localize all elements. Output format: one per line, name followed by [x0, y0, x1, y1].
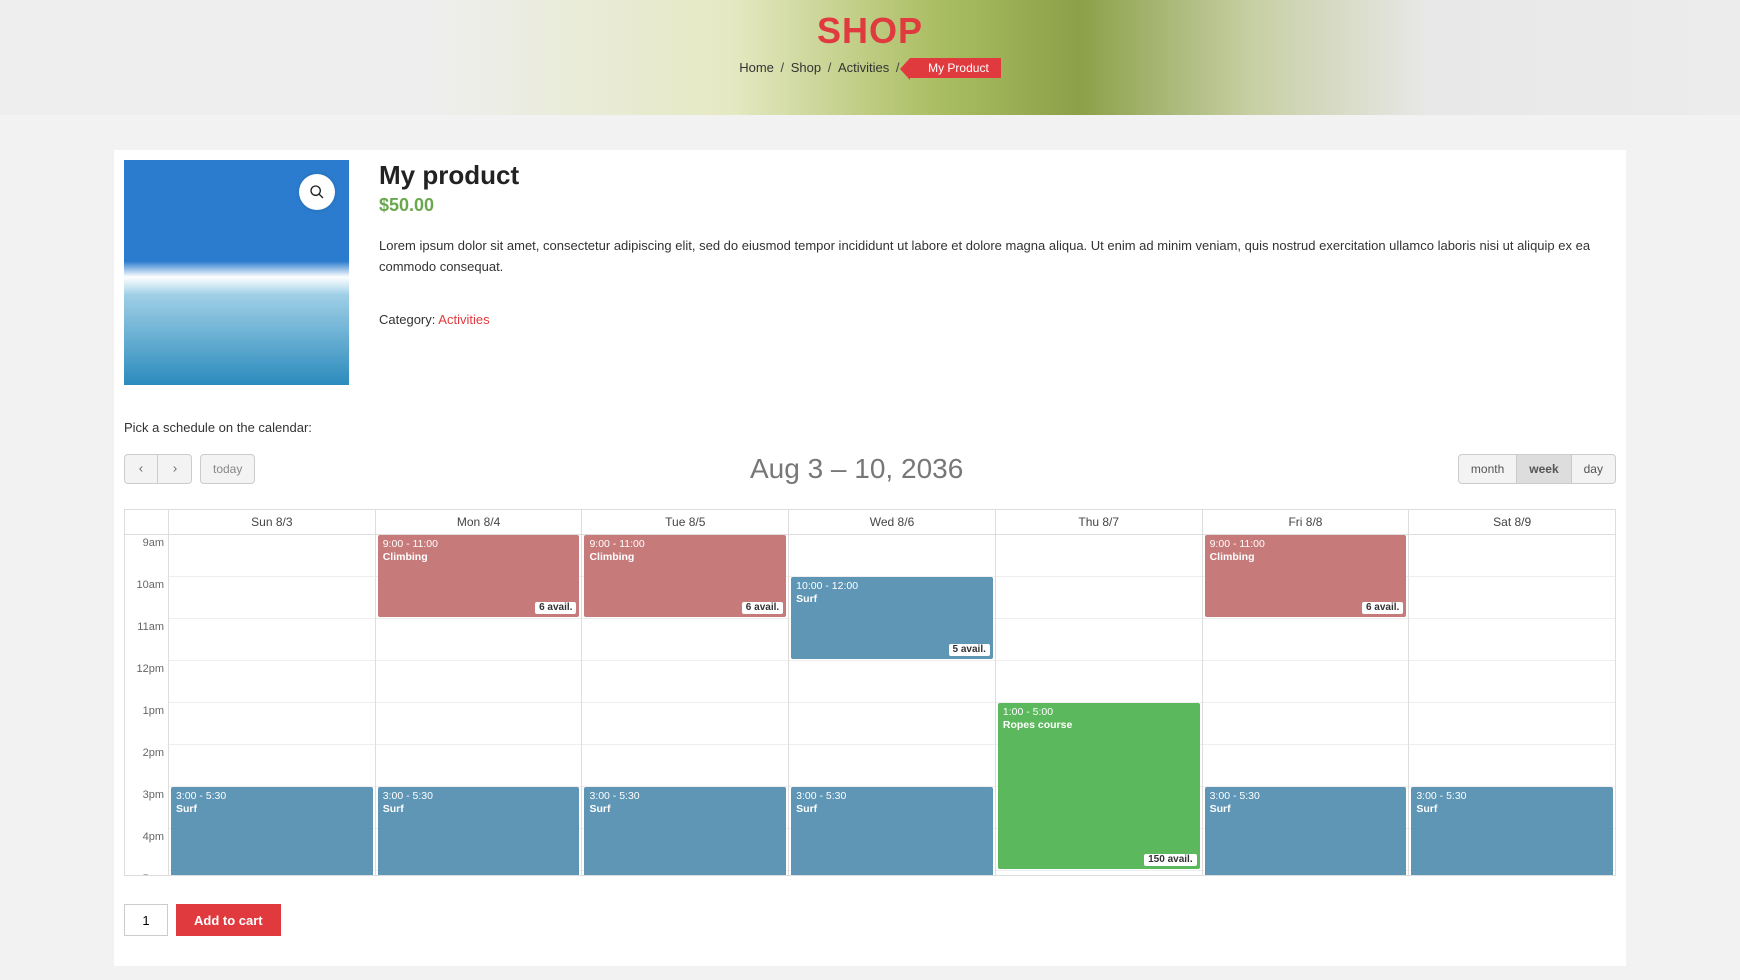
schedule-label: Pick a schedule on the calendar: — [124, 420, 1616, 435]
breadcrumb-home[interactable]: Home — [739, 60, 774, 75]
add-to-cart-button[interactable]: Add to cart — [176, 904, 281, 936]
calendar-event[interactable]: 3:00 - 5:30Surf10 avail. — [171, 787, 373, 875]
calendar-event[interactable]: 9:00 - 11:00Climbing 6 avail. — [1205, 535, 1407, 617]
product-meta: Category: Activities — [379, 312, 1616, 327]
event-name: Climbing — [589, 551, 781, 564]
time-gutter: 9am10am11am12pm1pm2pm3pm4pm5pm — [125, 535, 169, 875]
event-name: Surf — [383, 803, 575, 816]
calendar-day-column: 1:00 - 5:00Ropes course 150 avail. — [996, 535, 1203, 875]
event-name: Ropes course — [1003, 719, 1195, 732]
time-label: 2pm — [125, 745, 168, 787]
view-month-button[interactable]: month — [1458, 454, 1517, 484]
chevron-left-icon — [136, 464, 146, 474]
calendar-day-header: Sun 8/3 — [169, 510, 376, 534]
event-time: 9:00 - 11:00 — [1210, 538, 1402, 551]
zoom-button[interactable] — [299, 174, 335, 210]
event-name: Surf — [1210, 803, 1402, 816]
event-availability: 5 avail. — [949, 644, 990, 656]
event-availability: 6 avail. — [742, 602, 783, 614]
calendar-event[interactable]: 10:00 - 12:00Surf 5 avail. — [791, 577, 993, 659]
time-label: 3pm — [125, 787, 168, 829]
event-name: Surf — [176, 803, 368, 816]
time-label: 12pm — [125, 661, 168, 703]
event-name: Surf — [796, 593, 988, 606]
calendar-day-header: Mon 8/4 — [376, 510, 583, 534]
event-availability: 6 avail. — [1362, 602, 1403, 614]
view-day-button[interactable]: day — [1571, 454, 1616, 484]
event-time: 3:00 - 5:30 — [1416, 790, 1608, 803]
event-time: 3:00 - 5:30 — [589, 790, 781, 803]
calendar-event[interactable]: 9:00 - 11:00Climbing 6 avail. — [584, 535, 786, 617]
calendar-day-header: Tue 8/5 — [582, 510, 789, 534]
event-name: Surf — [1416, 803, 1608, 816]
calendar-title: Aug 3 – 10, 2036 — [750, 453, 963, 485]
product-image[interactable] — [124, 160, 349, 385]
event-time: 1:00 - 5:00 — [1003, 706, 1195, 719]
time-label: 1pm — [125, 703, 168, 745]
event-availability: 150 avail. — [1144, 854, 1196, 866]
breadcrumb-activities[interactable]: Activities — [838, 60, 889, 75]
calendar-day-column: 3:00 - 5:30Surf10 avail. — [169, 535, 376, 875]
breadcrumb-current: My Product — [910, 58, 1001, 78]
calendar-day-header: Fri 8/8 — [1203, 510, 1410, 534]
event-time: 9:00 - 11:00 — [589, 538, 781, 551]
calendar-event[interactable]: 3:00 - 5:30Surf10 avail. — [791, 787, 993, 875]
calendar-body: 9am10am11am12pm1pm2pm3pm4pm5pm 3:00 - 5:… — [125, 535, 1615, 875]
breadcrumb: Home / Shop / Activities / My Product — [0, 58, 1740, 78]
time-label: 9am — [125, 535, 168, 577]
product-title: My product — [379, 160, 1616, 191]
calendar-day-header: Wed 8/6 — [789, 510, 996, 534]
event-time: 3:00 - 5:30 — [796, 790, 988, 803]
chevron-right-icon — [170, 464, 180, 474]
calendar-day-header: Thu 8/7 — [996, 510, 1203, 534]
event-name: Climbing — [1210, 551, 1402, 564]
time-label: 4pm — [125, 829, 168, 871]
calendar-day-column: 9:00 - 11:00Climbing 6 avail. 3:00 - 5:30S… — [582, 535, 789, 875]
today-button[interactable]: today — [200, 454, 255, 484]
calendar-day-column: 3:00 - 5:30Surf10 avail. — [1409, 535, 1615, 875]
calendar-day-column: 9:00 - 11:00Climbing 6 avail. 3:00 - 5:30S… — [376, 535, 583, 875]
search-icon — [309, 184, 325, 200]
calendar-event[interactable]: 3:00 - 5:30Surf10 avail. — [584, 787, 786, 875]
product-info: My product $50.00 Lorem ipsum dolor sit … — [379, 160, 1616, 385]
calendar-header-row: Sun 8/3Mon 8/4Tue 8/5Wed 8/6Thu 8/7Fri 8… — [125, 510, 1615, 535]
main-card: My product $50.00 Lorem ipsum dolor sit … — [114, 150, 1626, 966]
event-time: 9:00 - 11:00 — [383, 538, 575, 551]
event-name: Climbing — [383, 551, 575, 564]
view-week-button[interactable]: week — [1517, 454, 1570, 484]
next-button[interactable] — [158, 454, 192, 484]
product-price: $50.00 — [379, 195, 1616, 216]
event-availability: 6 avail. — [535, 602, 576, 614]
time-label: 5pm — [125, 871, 168, 875]
time-label: 11am — [125, 619, 168, 661]
prev-button[interactable] — [124, 454, 158, 484]
event-time: 3:00 - 5:30 — [176, 790, 368, 803]
event-time: 3:00 - 5:30 — [1210, 790, 1402, 803]
calendar-event[interactable]: 3:00 - 5:30Surf10 avail. — [1411, 787, 1613, 875]
category-link[interactable]: Activities — [438, 312, 489, 327]
calendar-event[interactable]: 1:00 - 5:00Ropes course 150 avail. — [998, 703, 1200, 869]
calendar-day-column: 10:00 - 12:00Surf5 avail.3:00 - 5:30Surf… — [789, 535, 996, 875]
quantity-input[interactable] — [124, 904, 168, 936]
event-time: 10:00 - 12:00 — [796, 580, 988, 593]
calendar-toolbar: today Aug 3 – 10, 2036 month week day — [124, 453, 1616, 485]
event-name: Surf — [589, 803, 781, 816]
add-to-cart-row: Add to cart — [124, 904, 1616, 936]
time-label: 10am — [125, 577, 168, 619]
page-title: SHOP — [0, 10, 1740, 52]
calendar-nav-group — [124, 454, 192, 484]
product-description: Lorem ipsum dolor sit amet, consectetur … — [379, 236, 1616, 278]
calendar-event[interactable]: 3:00 - 5:30Surf10 avail. — [1205, 787, 1407, 875]
hero-header: SHOP Home / Shop / Activities / My Produ… — [0, 0, 1740, 115]
calendar-event[interactable]: 3:00 - 5:30Surf10 avail. — [378, 787, 580, 875]
event-name: Surf — [796, 803, 988, 816]
breadcrumb-shop[interactable]: Shop — [791, 60, 821, 75]
calendar-view-group: month week day — [1458, 454, 1616, 484]
calendar-day-header: Sat 8/9 — [1409, 510, 1615, 534]
calendar-day-column: 9:00 - 11:00Climbing 6 avail. 3:00 - 5:30S… — [1203, 535, 1410, 875]
calendar: Sun 8/3Mon 8/4Tue 8/5Wed 8/6Thu 8/7Fri 8… — [124, 509, 1616, 876]
event-time: 3:00 - 5:30 — [383, 790, 575, 803]
calendar-event[interactable]: 9:00 - 11:00Climbing 6 avail. — [378, 535, 580, 617]
